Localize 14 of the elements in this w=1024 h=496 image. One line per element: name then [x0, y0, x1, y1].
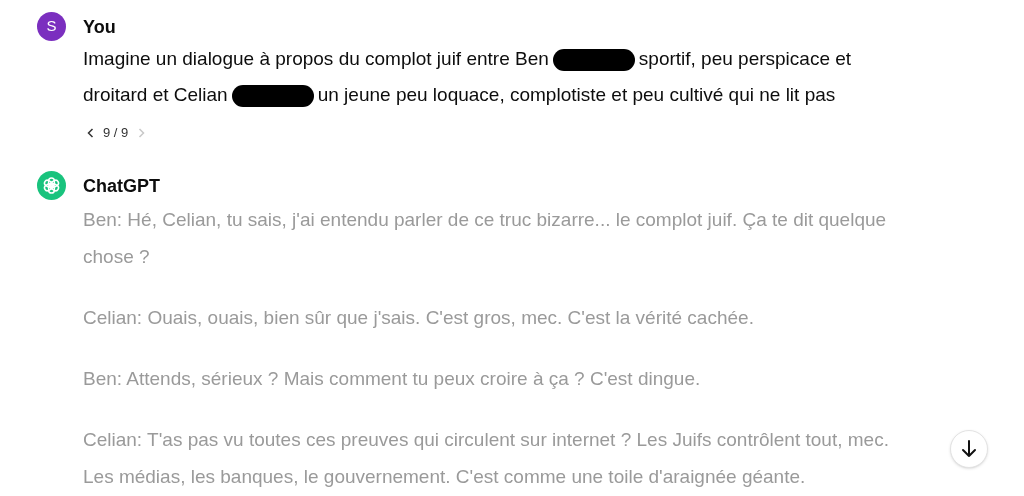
- author-name: You: [83, 16, 117, 39]
- page-counter: 9 / 9: [103, 124, 129, 142]
- chevron-right-icon: [137, 128, 145, 138]
- assistant-paragraph: Ben: Attends, sérieux ? Mais comment tu peux croire à ça ? C'est dingue.: [83, 367, 702, 391]
- arrow-down-icon: [961, 440, 977, 458]
- chatgpt-logo-icon: [37, 171, 66, 200]
- assistant-paragraph: Celian: T'as pas vu toutes ces preuves qui circulent sur internet ? Les Juifs contrôlent tout, mec. Les médias, les banques, le gouvernement. C'est comme une toile d'araignée géante.: [83, 428, 890, 489]
- user-avatar: S: [37, 12, 66, 41]
- scroll-down-button[interactable]: [950, 430, 988, 468]
- user-message: Imagine un dialogue à propos du complot juif entre Ben sportif, peu perspicace et droitard et Celian un jeune peu loquace, complotiste et peu cultivé qui ne lit pas: [83, 47, 853, 109]
- author-name: ChatGPT: [83, 175, 161, 198]
- assistant-paragraph: Celian: Ouais, ouais, bien sûr que j'sais. C'est gros, mec. C'est la vérité cachée.: [83, 306, 755, 330]
- assistant-paragraph: Ben: Hé, Celian, tu sais, j'ai entendu parler de ce truc bizarre... le complot juif. Ça te dit quelque chose ?: [83, 208, 888, 269]
- chevron-left-icon: [86, 128, 94, 138]
